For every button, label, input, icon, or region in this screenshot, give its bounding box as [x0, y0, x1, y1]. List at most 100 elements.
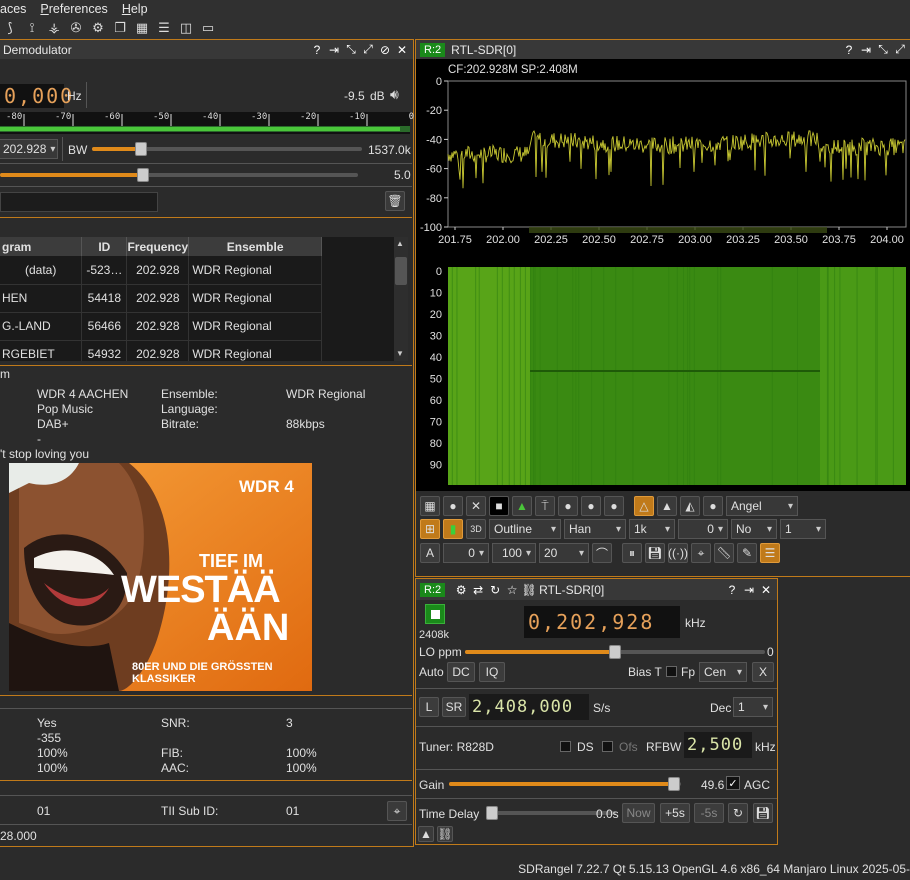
spectrum-display[interactable]: 0 -20 -40 -60 -80 -100 201.75 202.00 202.25 202.5…: [416, 59, 910, 491]
antenna-mimo-icon[interactable]: ⚶: [46, 20, 62, 36]
move-to-workspace-icon[interactable]: ⇥: [859, 43, 873, 57]
table-row[interactable]: RGEBIET 54932 202.928 WDR Regional: [0, 340, 322, 361]
averaging-combo[interactable]: 1: [780, 519, 826, 539]
gain-slider[interactable]: [449, 777, 681, 791]
tile-windows-icon[interactable]: ▦: [134, 20, 150, 36]
add-feature-icon[interactable]: ✇: [68, 20, 84, 36]
antenna-rx-icon[interactable]: ⟆: [2, 20, 18, 36]
menu-icon[interactable]: ☰: [760, 543, 780, 563]
table-row[interactable]: (data) -523… 202.928 WDR Regional: [0, 256, 322, 284]
menu-workspaces[interactable]: aces: [0, 2, 26, 16]
ofs-checkbox[interactable]: [602, 741, 613, 752]
bw-slider-handle[interactable]: [134, 142, 147, 156]
broadcast-icon[interactable]: ((·)): [668, 543, 688, 563]
close-icon[interactable]: ✕: [759, 583, 773, 597]
waterfall-grid-icon[interactable]: ⊞: [420, 519, 440, 539]
ruler-icon[interactable]: 📏︎: [714, 543, 734, 563]
shrink-icon[interactable]: ⤡: [344, 42, 358, 57]
crosshair-icon[interactable]: ⌖: [691, 543, 711, 563]
features-icon[interactable]: ⛓: [437, 826, 453, 842]
time-delay-handle[interactable]: [486, 806, 498, 820]
channel-combo[interactable]: 202.928: [0, 139, 58, 159]
clear-trash-icon[interactable]: 🗑︎: [385, 191, 405, 211]
intensity-icon[interactable]: ●: [604, 496, 624, 516]
stack-windows-icon[interactable]: ☰: [156, 20, 172, 36]
table-row[interactable]: HEN 54418 202.928 WDR Regional: [0, 284, 322, 312]
col-id[interactable]: ID: [81, 237, 128, 256]
start-stop-button[interactable]: [425, 604, 445, 624]
ref-level-spinbox[interactable]: 0: [443, 543, 489, 563]
sr-button[interactable]: SR: [442, 697, 466, 717]
favorite-star-icon[interactable]: ☆: [505, 583, 519, 597]
maximize-icon[interactable]: ⤢: [893, 42, 907, 57]
background-color-icon[interactable]: ■: [489, 496, 509, 516]
current-icon[interactable]: ▲: [657, 496, 677, 516]
help-icon[interactable]: ?: [842, 43, 856, 57]
curve-icon[interactable]: ⌒: [592, 543, 612, 563]
grid-intensity-icon[interactable]: ●: [443, 496, 463, 516]
crosshair-icon[interactable]: ⌖: [387, 801, 407, 821]
3d-icon[interactable]: 3D: [466, 519, 486, 539]
help-icon[interactable]: ?: [310, 43, 324, 57]
fps-combo[interactable]: 20: [539, 543, 589, 563]
fp-combo[interactable]: Cen: [699, 662, 747, 682]
reload-icon[interactable]: ↻: [488, 583, 502, 597]
close-icon[interactable]: ✕: [395, 43, 409, 57]
stroke-icon[interactable]: ●: [581, 496, 601, 516]
stack-columns-icon[interactable]: ◫: [178, 20, 194, 36]
markers-icon[interactable]: ✎: [737, 543, 757, 563]
menu-preferences[interactable]: Preferences: [40, 2, 107, 16]
range-spinbox[interactable]: 100: [492, 543, 536, 563]
fullscreen-icon[interactable]: ▭: [200, 20, 216, 36]
overlap-spinbox[interactable]: 0: [678, 519, 728, 539]
fft-size-combo[interactable]: 1k: [629, 519, 675, 539]
max-hold-icon[interactable]: △: [634, 496, 654, 516]
change-device-icon[interactable]: ⇄: [471, 583, 485, 597]
second-slider-handle[interactable]: [137, 168, 150, 182]
grid-icon[interactable]: ▦: [420, 496, 440, 516]
lo-ppm-slider[interactable]: [465, 645, 765, 659]
col-ensemble[interactable]: Ensemble: [188, 237, 322, 256]
device-frequency-dial[interactable]: 0,202,928: [524, 606, 680, 638]
peak-marker-icon[interactable]: ⍑: [535, 496, 555, 516]
shrink-icon[interactable]: ⤡: [876, 42, 890, 57]
scroll-down-icon[interactable]: ▼: [396, 349, 404, 358]
plus-5s-button[interactable]: +5s: [660, 803, 690, 823]
gain-slider-handle[interactable]: [668, 777, 681, 791]
settings-gear-icon[interactable]: ⚙: [454, 583, 468, 597]
move-to-workspace-icon[interactable]: ⇥: [327, 43, 341, 57]
col-frequency[interactable]: Frequency: [126, 237, 190, 256]
bw-slider[interactable]: [92, 142, 362, 156]
move-to-workspace-icon[interactable]: ⇥: [742, 583, 756, 597]
averaging-mode-combo[interactable]: No: [731, 519, 777, 539]
hide-icon[interactable]: ⊘: [378, 43, 392, 57]
palette-combo[interactable]: Angel: [726, 496, 798, 516]
x-button[interactable]: X: [752, 662, 774, 682]
palette-intensity-icon[interactable]: ●: [703, 496, 723, 516]
rfbw-dial[interactable]: 2,500: [684, 732, 752, 758]
feature-settings-icon[interactable]: ⚙: [90, 20, 106, 36]
save-icon[interactable]: 💾︎: [753, 803, 773, 823]
menu-help[interactable]: Help: [122, 2, 148, 16]
display-style-combo[interactable]: Outline: [489, 519, 561, 539]
demod-frequency-dial[interactable]: 0,000: [0, 84, 72, 108]
dc-button[interactable]: DC: [447, 662, 475, 682]
iq-button[interactable]: IQ: [479, 662, 505, 682]
add-channel-icon[interactable]: ⛓: [522, 583, 537, 597]
agc-checkbox[interactable]: ✓: [726, 776, 740, 790]
histogram-icon[interactable]: ◭: [680, 496, 700, 516]
maximize-icon[interactable]: ⤢: [361, 42, 375, 57]
scroll-up-icon[interactable]: ▲: [396, 239, 404, 248]
decay-icon[interactable]: ●: [558, 496, 578, 516]
table-scrollbar[interactable]: ▲ ▼: [394, 237, 408, 361]
lo-ppm-slider-handle[interactable]: [609, 645, 621, 659]
dec-combo[interactable]: 1: [733, 697, 773, 717]
l-button[interactable]: L: [419, 697, 439, 717]
now-button[interactable]: Now: [622, 803, 655, 823]
pause-icon[interactable]: ⏸︎: [622, 543, 642, 563]
filter-input[interactable]: [0, 192, 158, 212]
window-combo[interactable]: Han: [564, 519, 626, 539]
ds-checkbox[interactable]: [560, 741, 571, 752]
auto-scale-button[interactable]: A: [420, 543, 440, 563]
minus-5s-button[interactable]: -5s: [694, 803, 724, 823]
